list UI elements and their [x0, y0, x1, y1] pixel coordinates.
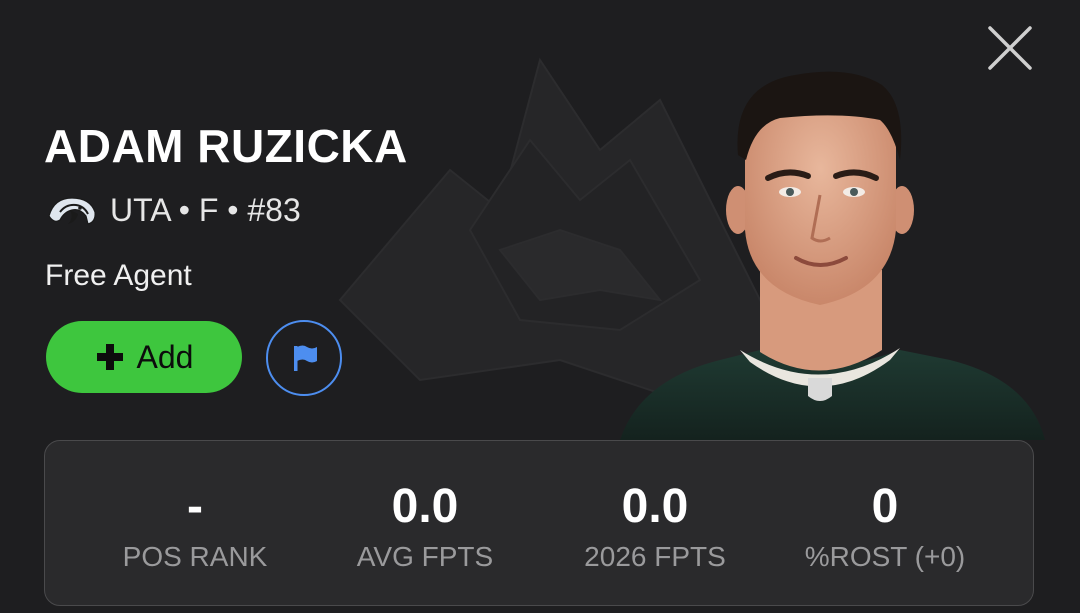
stat-label: AVG FPTS [356, 541, 494, 572]
plus-icon [96, 344, 123, 370]
team-row: UTA • F • #83 [46, 188, 301, 232]
player-card: ADAM RUZICKA UTA • F • #83 Free Agent Ad… [0, 0, 1080, 613]
player-name: ADAM RUZICKA [44, 120, 408, 172]
stat-value: 0.0 [621, 480, 689, 533]
add-player-button[interactable]: Add [46, 321, 242, 393]
stats-panel: - POS RANK 0.0 AVG FPTS 0.0 2026 FPTS 0 … [44, 440, 1034, 606]
roster-status: Free Agent [45, 259, 192, 292]
stat-value: 0.0 [391, 480, 459, 533]
add-button-label: Add [136, 338, 194, 375]
stat-value: 0 [871, 480, 899, 533]
flag-icon [294, 345, 317, 371]
utah-mammoth-logo-icon [48, 197, 96, 225]
stat-label: POS RANK [122, 541, 268, 572]
stat-value: - [187, 480, 203, 533]
flag-player-button[interactable] [266, 320, 342, 396]
team-position-number: UTA • F • #83 [110, 191, 301, 228]
stat-label: 2026 FPTS [584, 541, 726, 572]
stat-label: %ROST (+0) [804, 541, 966, 572]
player-headshot [620, 71, 1045, 440]
